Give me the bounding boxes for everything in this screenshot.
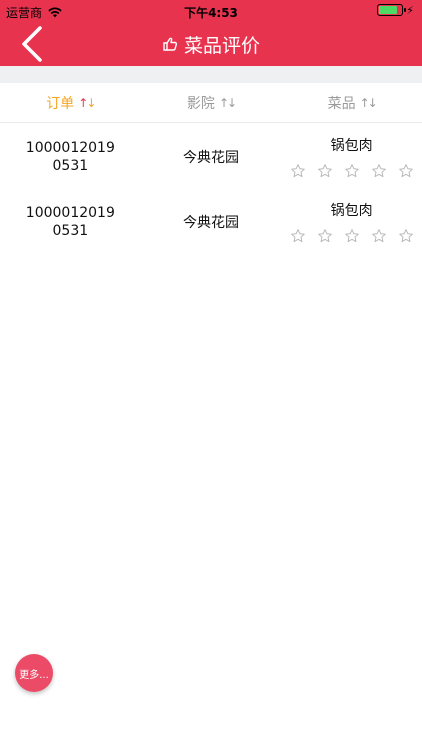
cinema-cell: 今典花园 [141, 147, 282, 167]
page-title: 菜品评价 [183, 34, 260, 57]
nav-title-wrap: 菜品评价 [0, 22, 422, 66]
cinema-name: 今典花园 [183, 214, 239, 231]
tab-dish[interactable]: 菜品 ↑↓ [281, 83, 422, 122]
dish-cell: 锅包肉 [281, 135, 422, 179]
battery-fill [379, 6, 397, 14]
table-row[interactable]: 10000120190531 今典花园 锅包肉 [0, 124, 422, 189]
star-icon[interactable] [371, 228, 387, 244]
sort-icon: ↑↓ [78, 95, 96, 110]
star-icon[interactable] [371, 163, 387, 179]
tab-label: 菜品 [327, 95, 356, 112]
cinema-cell: 今典花园 [141, 212, 282, 232]
sort-icon: ↑↓ [359, 95, 378, 110]
dish-cell: 锅包肉 [281, 200, 422, 244]
status-time: 下午4:53 [184, 6, 238, 20]
tab-label: 影院 [186, 95, 215, 112]
dish-name: 锅包肉 [330, 202, 373, 219]
tab-label: 订单 [46, 95, 75, 112]
sort-tab-bar: 订单 ↑↓ 影院 ↑↓ 菜品 ↑↓ [0, 83, 422, 123]
star-icon[interactable] [398, 163, 414, 179]
order-cell: 10000120190531 [0, 204, 141, 240]
cinema-name: 今典花园 [183, 149, 239, 166]
star-icon[interactable] [290, 228, 306, 244]
star-icon[interactable] [317, 163, 333, 179]
nav-bar: 菜品评价 [0, 22, 422, 66]
charging-icon: ⚡ [406, 3, 414, 17]
thumbs-up-icon [163, 37, 178, 51]
order-id: 10000120190531 [25, 204, 115, 239]
order-cell: 10000120190531 [0, 139, 141, 175]
review-list: 10000120190531 今典花园 锅包肉 10000120190531 今… [0, 124, 422, 254]
status-right: ⚡ [377, 4, 414, 16]
star-rating[interactable] [290, 228, 414, 244]
section-divider [0, 66, 422, 83]
tab-cinema[interactable]: 影院 ↑↓ [141, 83, 282, 122]
dish-name: 锅包肉 [330, 137, 373, 154]
tab-order[interactable]: 订单 ↑↓ [0, 83, 141, 122]
more-button[interactable]: 更多... [15, 654, 53, 692]
order-id: 10000120190531 [25, 139, 115, 174]
star-icon[interactable] [344, 228, 360, 244]
battery-icon [377, 4, 407, 16]
sort-icon: ↑↓ [218, 95, 237, 110]
status-bar: 运营商 下午4:53 ⚡ [0, 0, 422, 22]
star-icon[interactable] [344, 163, 360, 179]
star-icon[interactable] [290, 163, 306, 179]
table-row[interactable]: 10000120190531 今典花园 锅包肉 [0, 189, 422, 254]
star-rating[interactable] [290, 163, 414, 179]
star-icon[interactable] [317, 228, 333, 244]
star-icon[interactable] [398, 228, 414, 244]
